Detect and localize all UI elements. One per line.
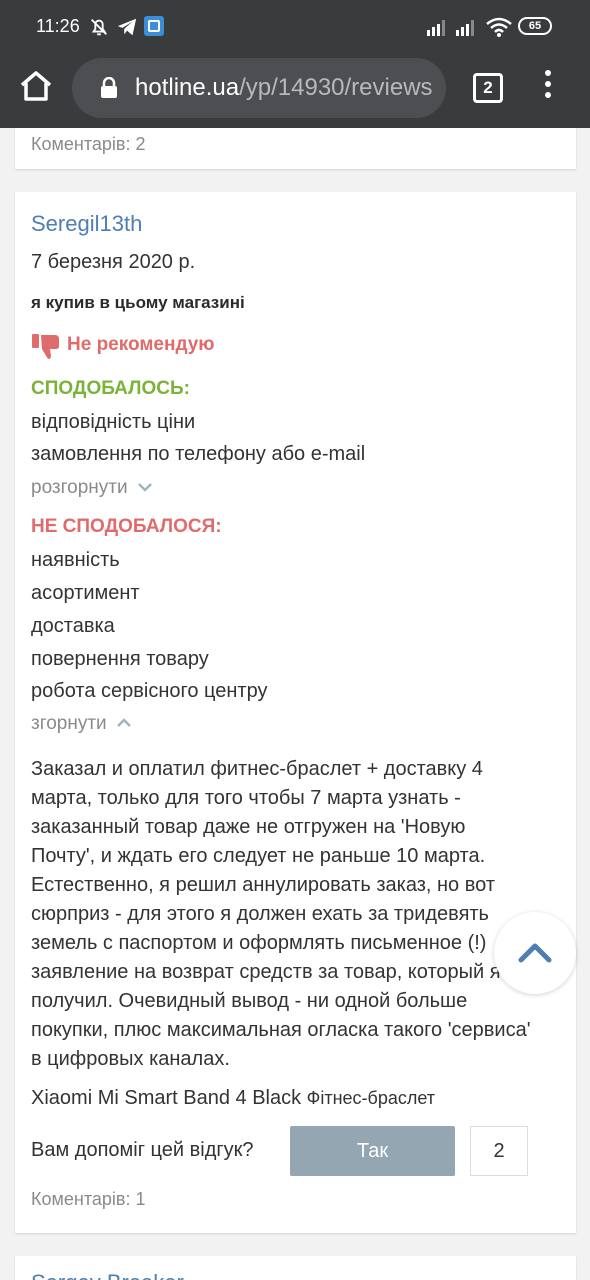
collapse-disliked-toggle[interactable]: згорнути	[31, 713, 132, 735]
chevron-up-icon	[518, 943, 552, 963]
product-type: Фітнес-браслет	[306, 1088, 436, 1108]
tab-switcher-button[interactable]: 2	[473, 73, 503, 103]
review-author[interactable]: Sergey Breaker	[31, 1270, 184, 1280]
review-author[interactable]: Seregil13th	[31, 211, 142, 237]
review-card: Коментарів: 2	[15, 128, 576, 169]
chevron-up-icon	[117, 718, 131, 727]
expand-liked-toggle[interactable]: розгорнути	[31, 477, 153, 499]
expand-label: розгорнути	[31, 477, 128, 498]
battery-level: 65	[528, 20, 542, 32]
page-content: Коментарів: 2 Seregil13th 7 березня 2020…	[0, 128, 590, 1280]
telegram-icon	[117, 18, 137, 36]
liked-item: відповідність ціни	[31, 411, 196, 433]
url-host: hotline.ua	[135, 74, 240, 101]
notifications-off-icon	[91, 19, 107, 36]
liked-item: замовлення по телефону або e-mail	[31, 443, 366, 465]
helpful-question: Вам допоміг цей відгук?	[31, 1139, 254, 1161]
chevron-down-icon	[137, 483, 152, 492]
collapse-label: згорнути	[31, 713, 107, 734]
wifi-icon	[486, 17, 512, 37]
review-date: 7 березня 2020 р.	[31, 251, 196, 273]
vpn-app-icon	[144, 16, 164, 36]
signal-icon	[456, 20, 474, 36]
disliked-item: асортимент	[31, 582, 140, 604]
helpful-count: 2	[470, 1126, 528, 1176]
disliked-heading: НЕ СПОДОБАЛОСЯ:	[31, 516, 222, 537]
comments-count[interactable]: Коментарів: 1	[31, 1189, 145, 1210]
disliked-item: повернення товару	[31, 648, 209, 670]
reviewed-product[interactable]: Xiaomi Mi Smart Band 4 Black Фітнес-брас…	[31, 1087, 435, 1110]
verdict-label: Не рекомендую	[67, 334, 215, 355]
review-card: Seregil13th 7 березня 2020 р. я купив в …	[15, 192, 576, 1233]
product-name: Xiaomi Mi Smart Band 4 Black	[31, 1087, 302, 1109]
disliked-item: наявність	[31, 549, 120, 571]
purchase-note: я купив в цьому магазині	[31, 293, 245, 312]
signal-icon	[427, 20, 445, 36]
url-text: hotline.ua/yp/14930/reviews	[135, 74, 433, 102]
battery-icon: 65	[518, 17, 552, 35]
address-bar[interactable]: hotline.ua/yp/14930/reviews	[72, 58, 446, 118]
review-card: Sergey Breaker	[15, 1256, 576, 1280]
status-bar: 11:26 65	[0, 0, 590, 54]
comments-count[interactable]: Коментарів: 2	[31, 134, 145, 155]
helpful-yes-button[interactable]: Так	[290, 1126, 455, 1176]
disliked-item: робота сервісного центру	[31, 680, 268, 702]
review-text: Заказал и оплатил фитнес-браслет + доста…	[31, 758, 531, 1070]
disliked-item: доставка	[31, 615, 115, 637]
browser-toolbar: hotline.ua/yp/14930/reviews 2	[0, 54, 590, 128]
home-icon[interactable]	[18, 68, 54, 104]
status-time: 11:26	[36, 16, 80, 36]
thumbs-down-icon	[32, 334, 59, 359]
lock-icon	[101, 77, 117, 98]
scroll-to-top-button[interactable]	[494, 912, 576, 994]
url-path: /yp/14930/reviews	[239, 74, 433, 101]
overflow-menu-icon[interactable]	[540, 70, 556, 106]
liked-heading: СПОДОБАЛОСЬ:	[31, 378, 190, 399]
